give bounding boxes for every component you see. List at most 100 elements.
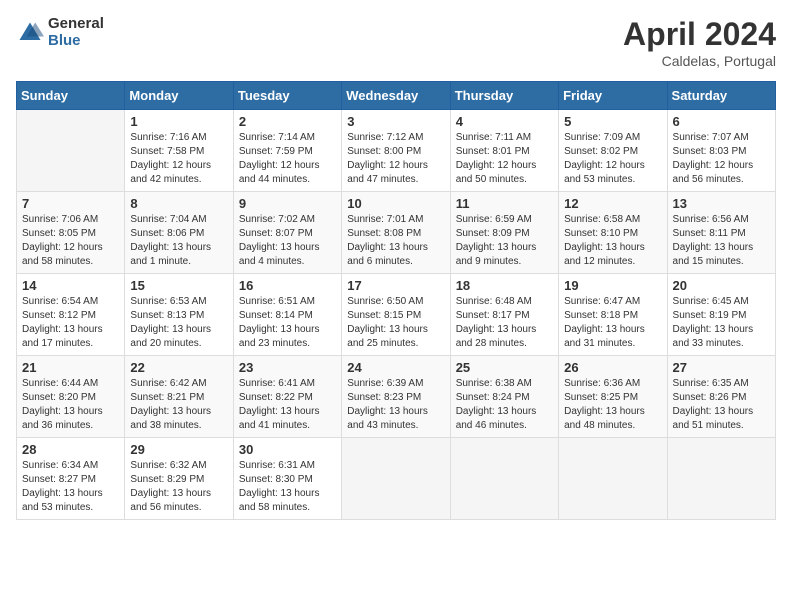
day-number: 10 (347, 196, 444, 211)
day-info: Sunrise: 6:54 AMSunset: 8:12 PMDaylight:… (22, 295, 119, 351)
calendar-cell (450, 438, 558, 520)
calendar-cell: 17 Sunrise: 6:50 AMSunset: 8:15 PMDayligh… (342, 274, 450, 356)
calendar-cell: 1 Sunrise: 7:16 AMSunset: 7:58 PMDaylight… (125, 110, 233, 192)
location-title: Caldelas, Portugal (623, 53, 776, 69)
calendar-cell: 18 Sunrise: 6:48 AMSunset: 8:17 PMDayligh… (450, 274, 558, 356)
day-number: 6 (673, 114, 770, 129)
calendar-cell: 16Sunrise: 6:51 AMSunset: 8:14 PMDayligh… (233, 274, 341, 356)
day-number: 5 (564, 114, 661, 129)
day-number: 11 (456, 196, 553, 211)
calendar-cell: 12 Sunrise: 6:58 AMSunset: 8:10 PMDayligh… (559, 192, 667, 274)
calendar-cell: 15 Sunrise: 6:53 AMSunset: 8:13 PMDayligh… (125, 274, 233, 356)
day-info: Sunrise: 6:31 AMSunset: 8:30 PMDaylight:… (239, 459, 336, 515)
calendar-cell: 13Sunrise: 6:56 AMSunset: 8:11 PMDayligh… (667, 192, 775, 274)
day-number: 9 (239, 196, 336, 211)
logo-icon (16, 19, 44, 47)
day-number: 24 (347, 360, 444, 375)
day-number: 12 (564, 196, 661, 211)
day-number: 18 (456, 278, 553, 293)
day-number: 19 (564, 278, 661, 293)
calendar-cell: 24 Sunrise: 6:39 AMSunset: 8:23 PMDayligh… (342, 356, 450, 438)
day-info: Sunrise: 6:34 AMSunset: 8:27 PMDaylight:… (22, 459, 119, 515)
logo-blue: Blue (48, 33, 104, 50)
day-info: Sunrise: 7:14 AMSunset: 7:59 PMDaylight:… (239, 131, 336, 187)
calendar-cell: 9Sunrise: 7:02 AMSunset: 8:07 PMDaylight… (233, 192, 341, 274)
calendar-week-row: 28 Sunrise: 6:34 AMSunset: 8:27 PMDayligh… (17, 438, 776, 520)
day-info: Sunrise: 6:53 AMSunset: 8:13 PMDaylight:… (130, 295, 227, 351)
calendar-cell: 4Sunrise: 7:11 AMSunset: 8:01 PMDaylight… (450, 110, 558, 192)
weekday-header: Sunday (17, 82, 125, 110)
calendar-cell: 29 Sunrise: 6:32 AMSunset: 8:29 PMDayligh… (125, 438, 233, 520)
day-number: 7 (22, 196, 119, 211)
logo: General Blue (16, 16, 104, 49)
weekday-header: Tuesday (233, 82, 341, 110)
page-header: General Blue April 2024 Caldelas, Portug… (16, 16, 776, 69)
day-number: 4 (456, 114, 553, 129)
calendar-table: SundayMondayTuesdayWednesdayThursdayFrid… (16, 81, 776, 520)
day-info: Sunrise: 6:38 AMSunset: 8:24 PMDaylight:… (456, 377, 553, 433)
day-number: 20 (673, 278, 770, 293)
weekday-header: Thursday (450, 82, 558, 110)
calendar-cell: 6 Sunrise: 7:07 AMSunset: 8:03 PMDaylight… (667, 110, 775, 192)
day-number: 21 (22, 360, 119, 375)
day-info: Sunrise: 6:44 AMSunset: 8:20 PMDaylight:… (22, 377, 119, 433)
calendar-cell: 11 Sunrise: 6:59 AMSunset: 8:09 PMDayligh… (450, 192, 558, 274)
calendar-week-row: 1 Sunrise: 7:16 AMSunset: 7:58 PMDaylight… (17, 110, 776, 192)
calendar-cell: 5 Sunrise: 7:09 AMSunset: 8:02 PMDaylight… (559, 110, 667, 192)
day-number: 29 (130, 442, 227, 457)
weekday-header-row: SundayMondayTuesdayWednesdayThursdayFrid… (17, 82, 776, 110)
day-info: Sunrise: 7:07 AMSunset: 8:03 PMDaylight:… (673, 131, 770, 187)
day-number: 30 (239, 442, 336, 457)
calendar-cell (667, 438, 775, 520)
calendar-cell (559, 438, 667, 520)
day-info: Sunrise: 7:12 AMSunset: 8:00 PMDaylight:… (347, 131, 444, 187)
day-info: Sunrise: 6:58 AMSunset: 8:10 PMDaylight:… (564, 213, 661, 269)
day-number: 3 (347, 114, 444, 129)
day-info: Sunrise: 7:04 AMSunset: 8:06 PMDaylight:… (130, 213, 227, 269)
weekday-header: Wednesday (342, 82, 450, 110)
calendar-cell: 20 Sunrise: 6:45 AMSunset: 8:19 PMDayligh… (667, 274, 775, 356)
month-title: April 2024 (623, 16, 776, 53)
day-number: 1 (130, 114, 227, 129)
title-area: April 2024 Caldelas, Portugal (623, 16, 776, 69)
day-info: Sunrise: 6:42 AMSunset: 8:21 PMDaylight:… (130, 377, 227, 433)
calendar-cell: 19 Sunrise: 6:47 AMSunset: 8:18 PMDayligh… (559, 274, 667, 356)
calendar-week-row: 21 Sunrise: 6:44 AMSunset: 8:20 PMDayligh… (17, 356, 776, 438)
day-number: 17 (347, 278, 444, 293)
day-info: Sunrise: 6:36 AMSunset: 8:25 PMDaylight:… (564, 377, 661, 433)
calendar-cell: 21 Sunrise: 6:44 AMSunset: 8:20 PMDayligh… (17, 356, 125, 438)
logo-text: General Blue (48, 16, 104, 49)
calendar-cell (342, 438, 450, 520)
calendar-week-row: 14 Sunrise: 6:54 AMSunset: 8:12 PMDayligh… (17, 274, 776, 356)
calendar-cell: 10 Sunrise: 7:01 AMSunset: 8:08 PMDayligh… (342, 192, 450, 274)
calendar-cell (17, 110, 125, 192)
day-info: Sunrise: 6:50 AMSunset: 8:15 PMDaylight:… (347, 295, 444, 351)
day-info: Sunrise: 6:41 AMSunset: 8:22 PMDaylight:… (239, 377, 336, 433)
day-info: Sunrise: 6:32 AMSunset: 8:29 PMDaylight:… (130, 459, 227, 515)
day-number: 14 (22, 278, 119, 293)
day-number: 28 (22, 442, 119, 457)
day-info: Sunrise: 6:39 AMSunset: 8:23 PMDaylight:… (347, 377, 444, 433)
calendar-cell: 3 Sunrise: 7:12 AMSunset: 8:00 PMDaylight… (342, 110, 450, 192)
calendar-cell: 14 Sunrise: 6:54 AMSunset: 8:12 PMDayligh… (17, 274, 125, 356)
day-number: 2 (239, 114, 336, 129)
weekday-header: Monday (125, 82, 233, 110)
calendar-week-row: 7Sunrise: 7:06 AMSunset: 8:05 PMDaylight… (17, 192, 776, 274)
day-info: Sunrise: 6:45 AMSunset: 8:19 PMDaylight:… (673, 295, 770, 351)
day-number: 26 (564, 360, 661, 375)
day-info: Sunrise: 6:48 AMSunset: 8:17 PMDaylight:… (456, 295, 553, 351)
calendar-cell: 28 Sunrise: 6:34 AMSunset: 8:27 PMDayligh… (17, 438, 125, 520)
day-info: Sunrise: 7:01 AMSunset: 8:08 PMDaylight:… (347, 213, 444, 269)
day-info: Sunrise: 6:47 AMSunset: 8:18 PMDaylight:… (564, 295, 661, 351)
calendar-cell: 22Sunrise: 6:42 AMSunset: 8:21 PMDayligh… (125, 356, 233, 438)
day-info: Sunrise: 7:09 AMSunset: 8:02 PMDaylight:… (564, 131, 661, 187)
day-number: 25 (456, 360, 553, 375)
logo-general: General (48, 16, 104, 33)
day-number: 15 (130, 278, 227, 293)
calendar-cell: 23Sunrise: 6:41 AMSunset: 8:22 PMDayligh… (233, 356, 341, 438)
day-info: Sunrise: 6:59 AMSunset: 8:09 PMDaylight:… (456, 213, 553, 269)
calendar-cell: 30 Sunrise: 6:31 AMSunset: 8:30 PMDayligh… (233, 438, 341, 520)
day-info: Sunrise: 7:16 AMSunset: 7:58 PMDaylight:… (130, 131, 227, 187)
day-info: Sunrise: 6:51 AMSunset: 8:14 PMDaylight:… (239, 295, 336, 351)
calendar-cell: 8Sunrise: 7:04 AMSunset: 8:06 PMDaylight… (125, 192, 233, 274)
